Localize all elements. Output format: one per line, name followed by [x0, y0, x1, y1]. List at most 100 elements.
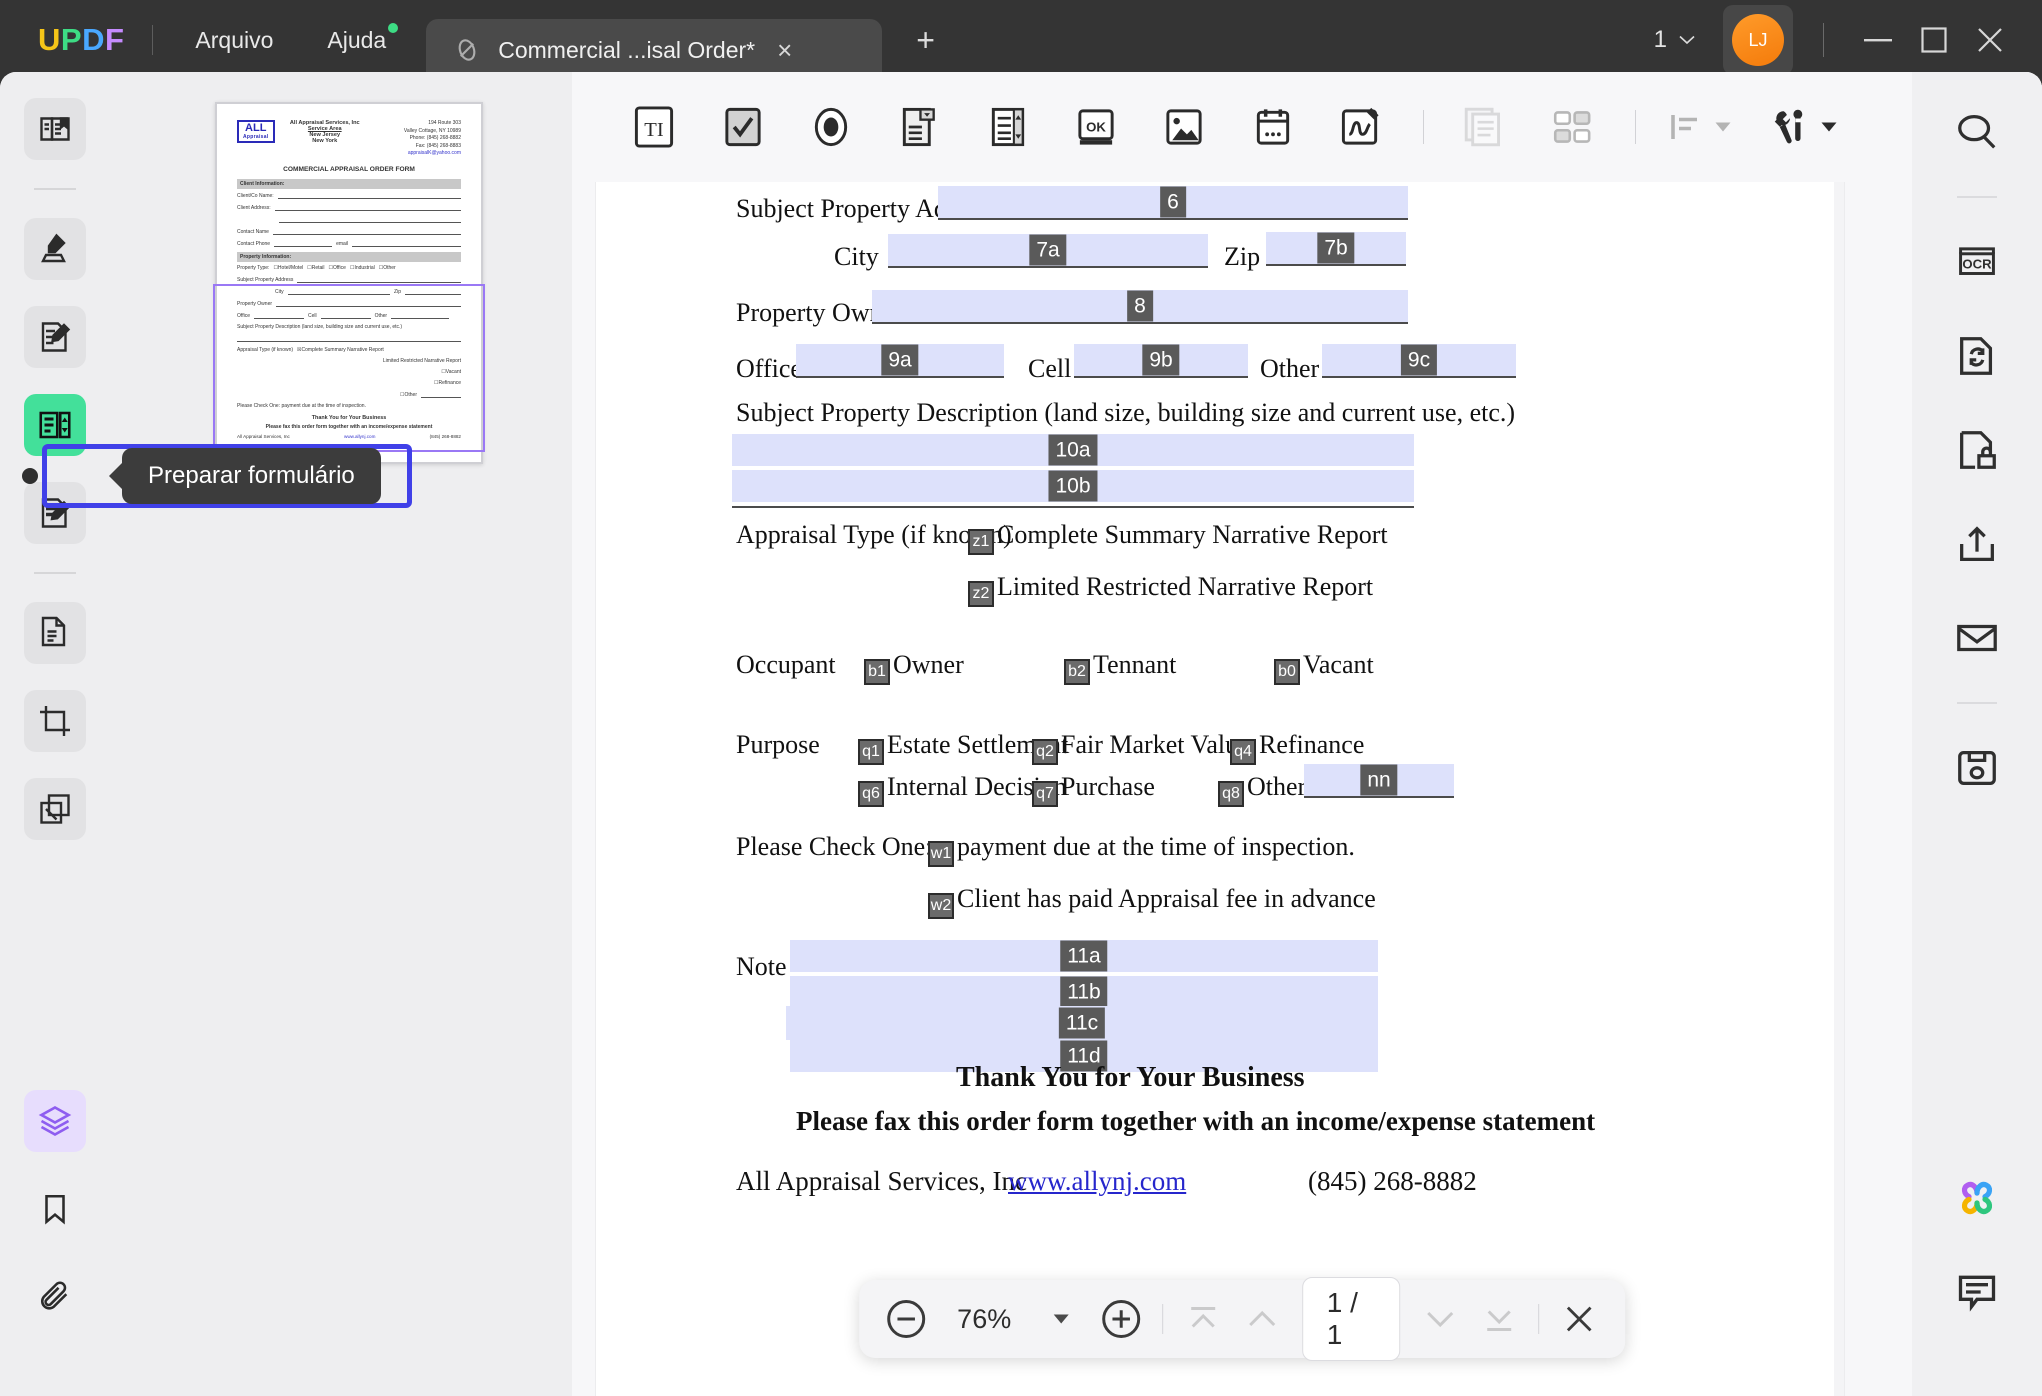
document-viewer[interactable]: Subject Property Address 6 City 7a Zip 7…: [572, 182, 1912, 1396]
checkbox-field-b0[interactable]: b0: [1274, 659, 1300, 685]
row-cell: Cell: [1028, 354, 1071, 384]
option-check-one-1[interactable]: w1 payment due at the time of inspection.: [928, 832, 1355, 867]
close-window-button[interactable]: [1962, 17, 2018, 63]
checkbox-field-w2[interactable]: w2: [928, 893, 954, 919]
close-tab-icon[interactable]: ×: [773, 33, 796, 67]
option-purpose-refinance[interactable]: q4 Refinance: [1230, 730, 1364, 765]
sidebar-item-crop[interactable]: [24, 690, 86, 752]
previous-page-button[interactable]: [1243, 1297, 1282, 1341]
checkbox-field-b2[interactable]: b2: [1064, 659, 1090, 685]
sidebar-item-annotate[interactable]: [24, 218, 86, 280]
sidebar-item-attachments[interactable]: [24, 1266, 86, 1328]
sidebar-item-organize-pages[interactable]: [24, 602, 86, 664]
page-thumbnail-1[interactable]: ALL Appraisal All Appraisal Services, In…: [215, 102, 483, 464]
field-other-phone[interactable]: 9c: [1322, 344, 1516, 378]
checkbox-field-q4[interactable]: q4: [1230, 739, 1256, 765]
option-occupant-owner[interactable]: b1 Owner: [864, 650, 964, 685]
next-page-button[interactable]: [1420, 1297, 1459, 1341]
option-occupant-vacant[interactable]: b0 Vacant: [1274, 650, 1374, 685]
checkbox-field-q2[interactable]: q2: [1032, 739, 1058, 765]
convert-button[interactable]: [1947, 326, 2007, 386]
checkbox-field-b1[interactable]: b1: [864, 659, 890, 685]
field-note-11a[interactable]: 11a: [790, 940, 1378, 972]
panel-collapse-handle[interactable]: [22, 468, 38, 484]
field-purpose-other-text[interactable]: nn: [1304, 764, 1454, 798]
field-description-10a[interactable]: 10a: [732, 434, 1414, 466]
field-note-11b[interactable]: 11b: [790, 976, 1378, 1008]
signature-field-tool[interactable]: [1335, 99, 1387, 155]
text-field-tool[interactable]: TI: [628, 99, 680, 155]
new-tab-button[interactable]: +: [906, 22, 945, 58]
thumb-prop-type-4: ☐Industrial: [349, 264, 375, 271]
comments-button[interactable]: [1947, 1262, 2007, 1322]
share-button[interactable]: [1947, 514, 2007, 574]
option-purpose-other[interactable]: q8 Other: [1218, 772, 1306, 807]
tab-count-dropdown[interactable]: 1: [1654, 26, 1695, 54]
minimize-button[interactable]: [1850, 17, 1906, 63]
menu-ajuda[interactable]: Ajuda: [313, 21, 400, 60]
field-cell[interactable]: 9b: [1074, 344, 1248, 378]
email-button[interactable]: [1947, 608, 2007, 668]
zoom-in-button[interactable]: [1100, 1297, 1142, 1341]
sidebar-item-convert[interactable]: [24, 778, 86, 840]
sidebar-item-reader-mode[interactable]: [24, 98, 86, 160]
option-appraisal-2[interactable]: z2 Limited Restricted Narrative Report: [968, 572, 1373, 607]
save-as-button[interactable]: [1947, 738, 2007, 798]
push-button-tool[interactable]: OK: [1070, 99, 1122, 155]
checkbox-field-z2[interactable]: z2: [968, 581, 994, 607]
sidebar-item-edit-pdf[interactable]: [24, 306, 86, 368]
zoom-preset-dropdown[interactable]: [1041, 1297, 1080, 1341]
last-page-button[interactable]: [1479, 1297, 1518, 1341]
field-zip[interactable]: 7b: [1266, 232, 1406, 266]
checkbox-field-w1[interactable]: w1: [928, 841, 954, 867]
form-settings-tool[interactable]: [1768, 105, 1838, 149]
close-navigation-toolbar-button[interactable]: [1560, 1297, 1599, 1341]
sidebar-item-prepare-form[interactable]: [24, 394, 86, 456]
field-note-11c[interactable]: 11c: [786, 1006, 1378, 1040]
page-number-input[interactable]: 1 / 1: [1301, 1277, 1401, 1361]
align-tool[interactable]: [1670, 112, 1732, 142]
checkbox-field-q7[interactable]: q7: [1032, 781, 1058, 807]
date-field-tool[interactable]: [1246, 99, 1298, 155]
thumb-row-line: [320, 312, 371, 319]
radio-button-tool[interactable]: [805, 99, 857, 155]
sidebar-item-sign[interactable]: [24, 482, 86, 544]
option-check-one-2[interactable]: w2 Client has paid Appraisal fee in advan…: [928, 884, 1376, 919]
tab-order-tool[interactable]: [1546, 99, 1598, 155]
field-property-owner[interactable]: 8: [872, 290, 1408, 324]
first-page-button[interactable]: [1183, 1297, 1222, 1341]
account-button[interactable]: LJ: [1723, 5, 1793, 75]
field-description-10b[interactable]: 10b: [732, 470, 1414, 502]
search-button[interactable]: [1947, 102, 2007, 162]
image-field-tool[interactable]: [1158, 99, 1210, 155]
list-box-tool[interactable]: [981, 99, 1033, 155]
option-appraisal-1[interactable]: z1 Complete Summary Narrative Report: [968, 520, 1388, 555]
dropdown-tool[interactable]: [893, 99, 945, 155]
menu-arquivo[interactable]: Arquivo: [181, 21, 287, 60]
ocr-button[interactable]: OCR: [1947, 232, 2007, 292]
checkbox-field-q6[interactable]: q6: [858, 781, 884, 807]
zoom-level-value[interactable]: 76%: [947, 1304, 1021, 1335]
checkbox-field-z1[interactable]: z1: [968, 529, 994, 555]
form-list-tool[interactable]: [1458, 99, 1510, 155]
next-page-icon: [1426, 1311, 1453, 1328]
option-purpose-fmv[interactable]: q2 Fair Market Value: [1032, 730, 1250, 765]
pdf-page-1[interactable]: Subject Property Address 6 City 7a Zip 7…: [596, 182, 1844, 1396]
link-footer-url[interactable]: www.allynj.com: [1008, 1166, 1186, 1197]
ai-assistant-button[interactable]: [1947, 1168, 2007, 1228]
zoom-out-button[interactable]: [885, 1297, 927, 1341]
option-purpose-purchase[interactable]: q7 Purchase: [1032, 772, 1155, 807]
sidebar-item-bookmarks[interactable]: [24, 1178, 86, 1240]
checkbox-field-q8[interactable]: q8: [1218, 781, 1244, 807]
page-scrollbar[interactable]: [1834, 182, 1844, 1396]
maximize-button[interactable]: [1906, 17, 1962, 63]
field-office[interactable]: 9a: [796, 344, 1004, 378]
option-occupant-tennant[interactable]: b2 Tennant: [1064, 650, 1176, 685]
checkbox-tool[interactable]: [716, 99, 768, 155]
sidebar-item-layers[interactable]: [24, 1090, 86, 1152]
text-footer-company: All Appraisal Services, Inc: [736, 1166, 1027, 1196]
field-subject-property-address[interactable]: 6: [938, 186, 1408, 220]
protect-button[interactable]: [1947, 420, 2007, 480]
field-city[interactable]: 7a: [888, 234, 1208, 268]
checkbox-field-q1[interactable]: q1: [858, 739, 884, 765]
